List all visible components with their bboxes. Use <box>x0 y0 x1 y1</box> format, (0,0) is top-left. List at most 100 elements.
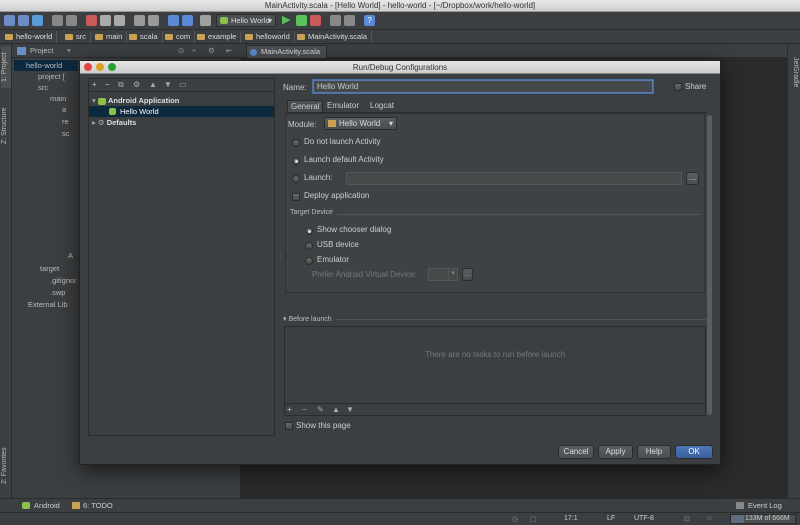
editor-tab[interactable]: MainActivity.scala <box>246 45 328 58</box>
gradle-tool-tab[interactable]: JetGradle <box>789 50 799 94</box>
crumb-project[interactable]: hello-world <box>2 31 58 43</box>
crumb-src[interactable]: src <box>62 31 91 43</box>
minimize-icon[interactable] <box>96 63 104 71</box>
zoom-icon[interactable] <box>108 63 116 71</box>
cancel-button[interactable]: Cancel <box>558 445 594 459</box>
run-config-select[interactable]: Hello World ▾ <box>216 14 276 27</box>
radio-usb-device[interactable] <box>305 242 313 250</box>
open-icon[interactable] <box>4 15 15 26</box>
deploy-checkbox[interactable] <box>292 193 300 201</box>
folder-icon[interactable]: ▭ <box>179 80 187 89</box>
crumb-file[interactable]: MainActivity.scala <box>294 31 373 43</box>
todo-tool-tab[interactable]: 6: TODO <box>83 501 113 510</box>
tree-row[interactable]: src <box>38 82 48 93</box>
add-task-icon[interactable]: + <box>287 405 292 414</box>
event-log-tool-tab[interactable]: Event Log <box>748 501 782 510</box>
before-launch-header[interactable]: ▾ Before launch <box>283 315 332 323</box>
stop-icon[interactable] <box>310 15 321 26</box>
tree-row[interactable]: .gitignor <box>50 275 77 286</box>
tree-row[interactable]: A <box>68 250 73 261</box>
ok-button[interactable]: OK <box>675 445 713 459</box>
apply-button[interactable]: Apply <box>598 445 633 459</box>
tab-general[interactable]: General <box>287 100 324 112</box>
project-panel-title[interactable]: Project <box>30 46 53 55</box>
hide-icon[interactable]: ⇤ <box>226 44 232 58</box>
help-icon[interactable]: ? <box>364 15 375 26</box>
lock-icon[interactable]: ⊡ <box>684 515 690 523</box>
radio-emulator[interactable] <box>305 257 313 265</box>
memory-indicator[interactable]: 133M of 666M <box>730 514 796 524</box>
share-checkbox[interactable] <box>674 83 682 91</box>
debug-icon[interactable] <box>296 15 307 26</box>
tree-row[interactable]: hello-world <box>14 60 78 71</box>
launch-activity-input[interactable] <box>346 172 682 185</box>
save-icon[interactable] <box>18 15 29 26</box>
radio-launch-default[interactable] <box>292 157 300 165</box>
project-structure-icon[interactable] <box>344 15 355 26</box>
back-icon[interactable] <box>168 15 179 26</box>
avd-browse-button[interactable]: … <box>462 268 473 281</box>
browse-activity-button[interactable]: … <box>686 172 699 185</box>
tree-row[interactable]: sc <box>62 128 70 139</box>
copy-icon[interactable] <box>100 15 111 26</box>
line-separator[interactable]: LF <box>607 515 615 522</box>
edit-task-icon[interactable]: ✎ <box>317 405 324 414</box>
chevron-down-icon[interactable]: ▾ <box>67 44 71 58</box>
tree-row[interactable]: a <box>62 104 66 115</box>
crumb-com[interactable]: com <box>162 31 196 43</box>
project-tool-tab[interactable]: 1: Project <box>1 46 11 88</box>
tab-emulator[interactable]: Emulator <box>324 100 362 112</box>
forward-icon[interactable] <box>182 15 193 26</box>
name-input[interactable]: Hello World <box>313 80 653 93</box>
close-icon[interactable] <box>84 63 92 71</box>
make-icon[interactable] <box>200 15 211 26</box>
replace-icon[interactable] <box>148 15 159 26</box>
tab-logcat[interactable]: Logcat <box>367 100 397 112</box>
tree-item-hello-world[interactable]: Hello World <box>89 106 274 117</box>
radio-do-not-launch[interactable] <box>292 139 300 147</box>
help-button[interactable]: Help <box>637 445 671 459</box>
favorites-tool-tab[interactable]: 2: Favorites <box>1 440 11 492</box>
wrench-icon[interactable]: ⚙ <box>133 80 140 89</box>
tree-row[interactable]: target <box>40 263 59 274</box>
cut-icon[interactable] <box>86 15 97 26</box>
crumb-main[interactable]: main <box>92 31 128 43</box>
radio-show-chooser[interactable] <box>305 227 313 235</box>
gear-icon[interactable]: ⚙ <box>208 44 215 58</box>
redo-icon[interactable] <box>66 15 77 26</box>
paste-icon[interactable] <box>114 15 125 26</box>
inspector-icon[interactable]: ☺ <box>706 515 713 522</box>
android-tool-tab[interactable]: Android <box>34 501 60 510</box>
structure-tool-tab[interactable]: Z: Structure <box>1 100 11 152</box>
settings-icon[interactable] <box>330 15 341 26</box>
move-task-down-icon[interactable]: ▼ <box>346 405 354 414</box>
crumb-example[interactable]: example <box>194 31 242 43</box>
tree-defaults[interactable]: ▸ ⚙ Defaults <box>92 117 136 128</box>
remove-icon[interactable]: − <box>105 80 110 89</box>
tree-row[interactable]: re <box>62 116 69 127</box>
move-up-icon[interactable]: ▲ <box>149 80 157 89</box>
add-icon[interactable]: + <box>92 80 97 89</box>
module-select[interactable]: Hello World ▾ <box>324 117 397 130</box>
tree-row[interactable]: External Lib <box>28 299 68 310</box>
move-down-icon[interactable]: ▼ <box>164 80 172 89</box>
crumb-helloworld[interactable]: helloworld <box>242 31 295 43</box>
copy-icon[interactable]: ⧉ <box>118 80 124 90</box>
caret-position[interactable]: 17:1 <box>564 515 578 522</box>
tree-row[interactable]: .swp <box>50 287 65 298</box>
splitter-handle[interactable]: ⋮ <box>277 251 284 259</box>
tree-group-android[interactable]: ▾ Android Application <box>92 95 179 106</box>
scrollbar-thumb[interactable] <box>707 115 712 415</box>
tree-row[interactable]: main <box>50 93 66 104</box>
find-icon[interactable] <box>134 15 145 26</box>
run-icon[interactable]: ▶ <box>282 15 293 26</box>
scrollbar[interactable] <box>706 113 713 420</box>
show-page-checkbox[interactable] <box>285 422 293 430</box>
crumb-scala[interactable]: scala <box>126 31 163 43</box>
collapse-icon[interactable]: ÷ <box>192 44 196 58</box>
undo-icon[interactable] <box>52 15 63 26</box>
tree-row[interactable]: project [ <box>38 71 65 82</box>
move-task-up-icon[interactable]: ▲ <box>332 405 340 414</box>
sync-icon[interactable] <box>32 15 43 26</box>
target-icon[interactable]: ⊙ <box>178 44 184 58</box>
